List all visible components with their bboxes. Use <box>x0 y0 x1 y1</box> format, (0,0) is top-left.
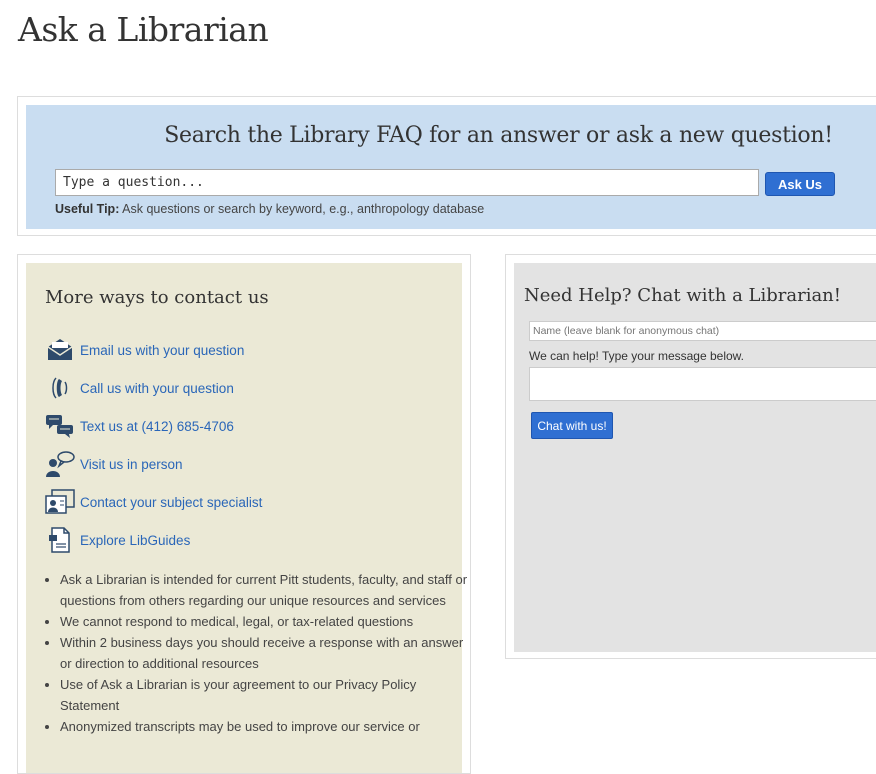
call-link[interactable]: Call us with your question <box>80 381 234 396</box>
person-speech-icon[interactable] <box>45 449 75 479</box>
ask-us-button[interactable]: Ask Us <box>765 172 835 196</box>
search-heading: Search the Library FAQ for an answer or … <box>164 123 833 148</box>
contact-item-visit: Visit us in person <box>45 445 262 483</box>
specialist-link[interactable]: Contact your subject specialist <box>80 495 262 510</box>
id-card-icon[interactable] <box>45 487 75 517</box>
text-link[interactable]: Text us at (412) 685-4706 <box>80 419 234 434</box>
faq-search-area: Search the Library FAQ for an answer or … <box>26 105 876 229</box>
contact-area: More ways to contact us Email us with yo… <box>26 263 467 773</box>
document-icon[interactable] <box>45 525 75 555</box>
chat-area: Need Help? Chat with a Librarian! We can… <box>514 263 876 652</box>
email-link[interactable]: Email us with your question <box>80 343 244 358</box>
note-item: We cannot respond to medical, legal, or … <box>60 611 470 632</box>
envelope-icon[interactable] <box>45 335 75 365</box>
contact-links: Email us with your question Call us with… <box>45 331 262 559</box>
contact-item-text: Text us at (412) 685-4706 <box>45 407 262 445</box>
page-title: Ask a Librarian <box>18 10 269 49</box>
text-message-icon[interactable] <box>45 411 75 441</box>
contact-item-specialist: Contact your subject specialist <box>45 483 262 521</box>
chat-panel: Need Help? Chat with a Librarian! We can… <box>505 254 876 659</box>
contact-heading: More ways to contact us <box>45 287 269 308</box>
chat-help-text: We can help! Type your message below. <box>529 349 745 363</box>
chat-with-us-button[interactable]: Chat with us! <box>531 412 613 439</box>
question-search-input[interactable] <box>55 169 759 196</box>
chat-message-input[interactable] <box>529 367 876 401</box>
useful-tip: Useful Tip: Ask questions or search by k… <box>55 202 484 216</box>
note-item: Ask a Librarian is intended for current … <box>60 569 470 611</box>
contact-item-phone: Call us with your question <box>45 369 262 407</box>
visit-link[interactable]: Visit us in person <box>80 457 183 472</box>
libguides-link[interactable]: Explore LibGuides <box>80 533 190 548</box>
contact-item-email: Email us with your question <box>45 331 262 369</box>
faq-search-panel: Search the Library FAQ for an answer or … <box>17 96 876 236</box>
note-item: Within 2 business days you should receiv… <box>60 632 470 674</box>
chat-name-input[interactable] <box>529 321 876 341</box>
contact-panel: More ways to contact us Email us with yo… <box>17 254 471 774</box>
useful-tip-text: Ask questions or search by keyword, e.g.… <box>122 202 485 216</box>
useful-tip-label: Useful Tip: <box>55 202 120 216</box>
phone-icon[interactable] <box>45 373 75 403</box>
policy-notes: Ask a Librarian is intended for current … <box>40 569 470 737</box>
contact-item-libguides: Explore LibGuides <box>45 521 262 559</box>
note-item: Use of Ask a Librarian is your agreement… <box>60 674 470 716</box>
chat-heading: Need Help? Chat with a Librarian! <box>524 285 842 306</box>
note-item: Anonymized transcripts may be used to im… <box>60 716 470 737</box>
